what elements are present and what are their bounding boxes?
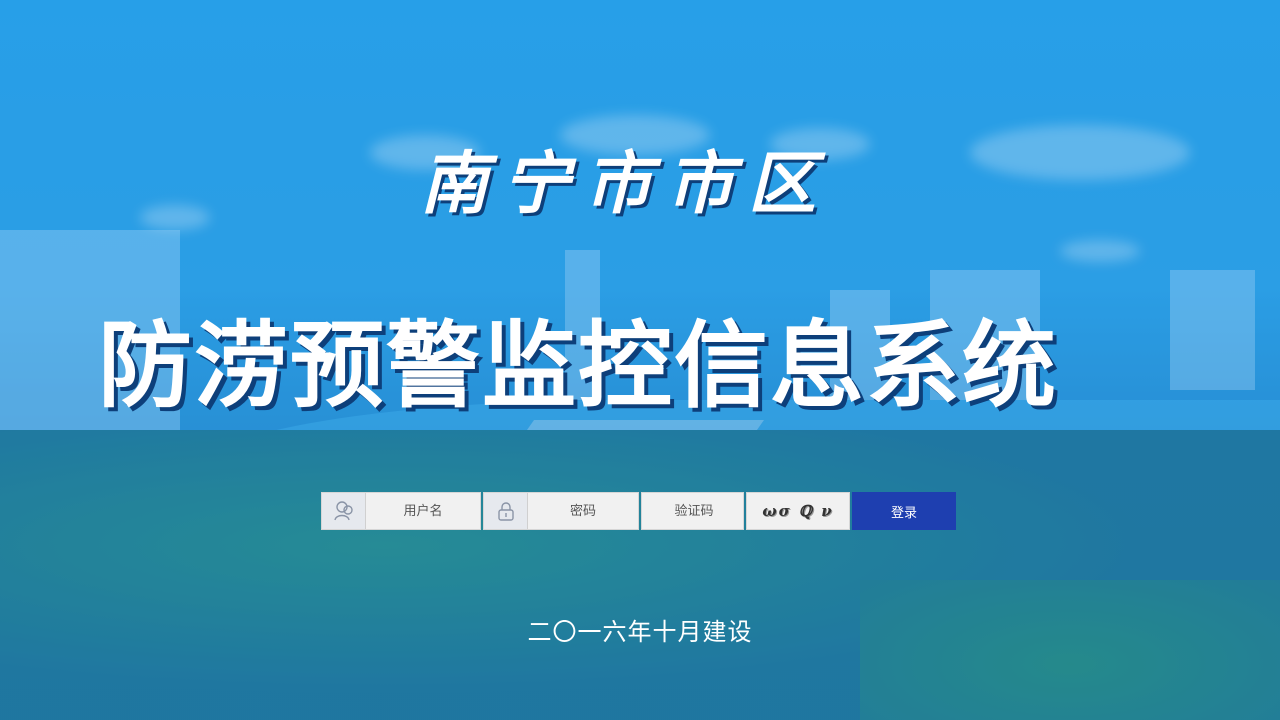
username-input[interactable]	[366, 492, 480, 530]
system-title-main: 防涝预警监控信息系统	[98, 312, 1059, 421]
login-button[interactable]: 登录	[852, 492, 956, 530]
login-form: ωσ ℚ ν 登录	[321, 492, 956, 530]
captcha-field[interactable]	[641, 492, 746, 530]
lock-icon	[484, 493, 528, 529]
password-field[interactable]	[483, 492, 639, 530]
username-field[interactable]	[321, 492, 481, 530]
build-date-text: 二〇一六年十月建设	[527, 618, 753, 646]
password-input[interactable]	[528, 492, 638, 530]
system-title-city: 南宁市市区	[420, 144, 831, 224]
captcha-image[interactable]: ωσ ℚ ν	[746, 492, 850, 530]
captcha-input[interactable]	[642, 492, 746, 530]
user-icon	[322, 493, 366, 529]
